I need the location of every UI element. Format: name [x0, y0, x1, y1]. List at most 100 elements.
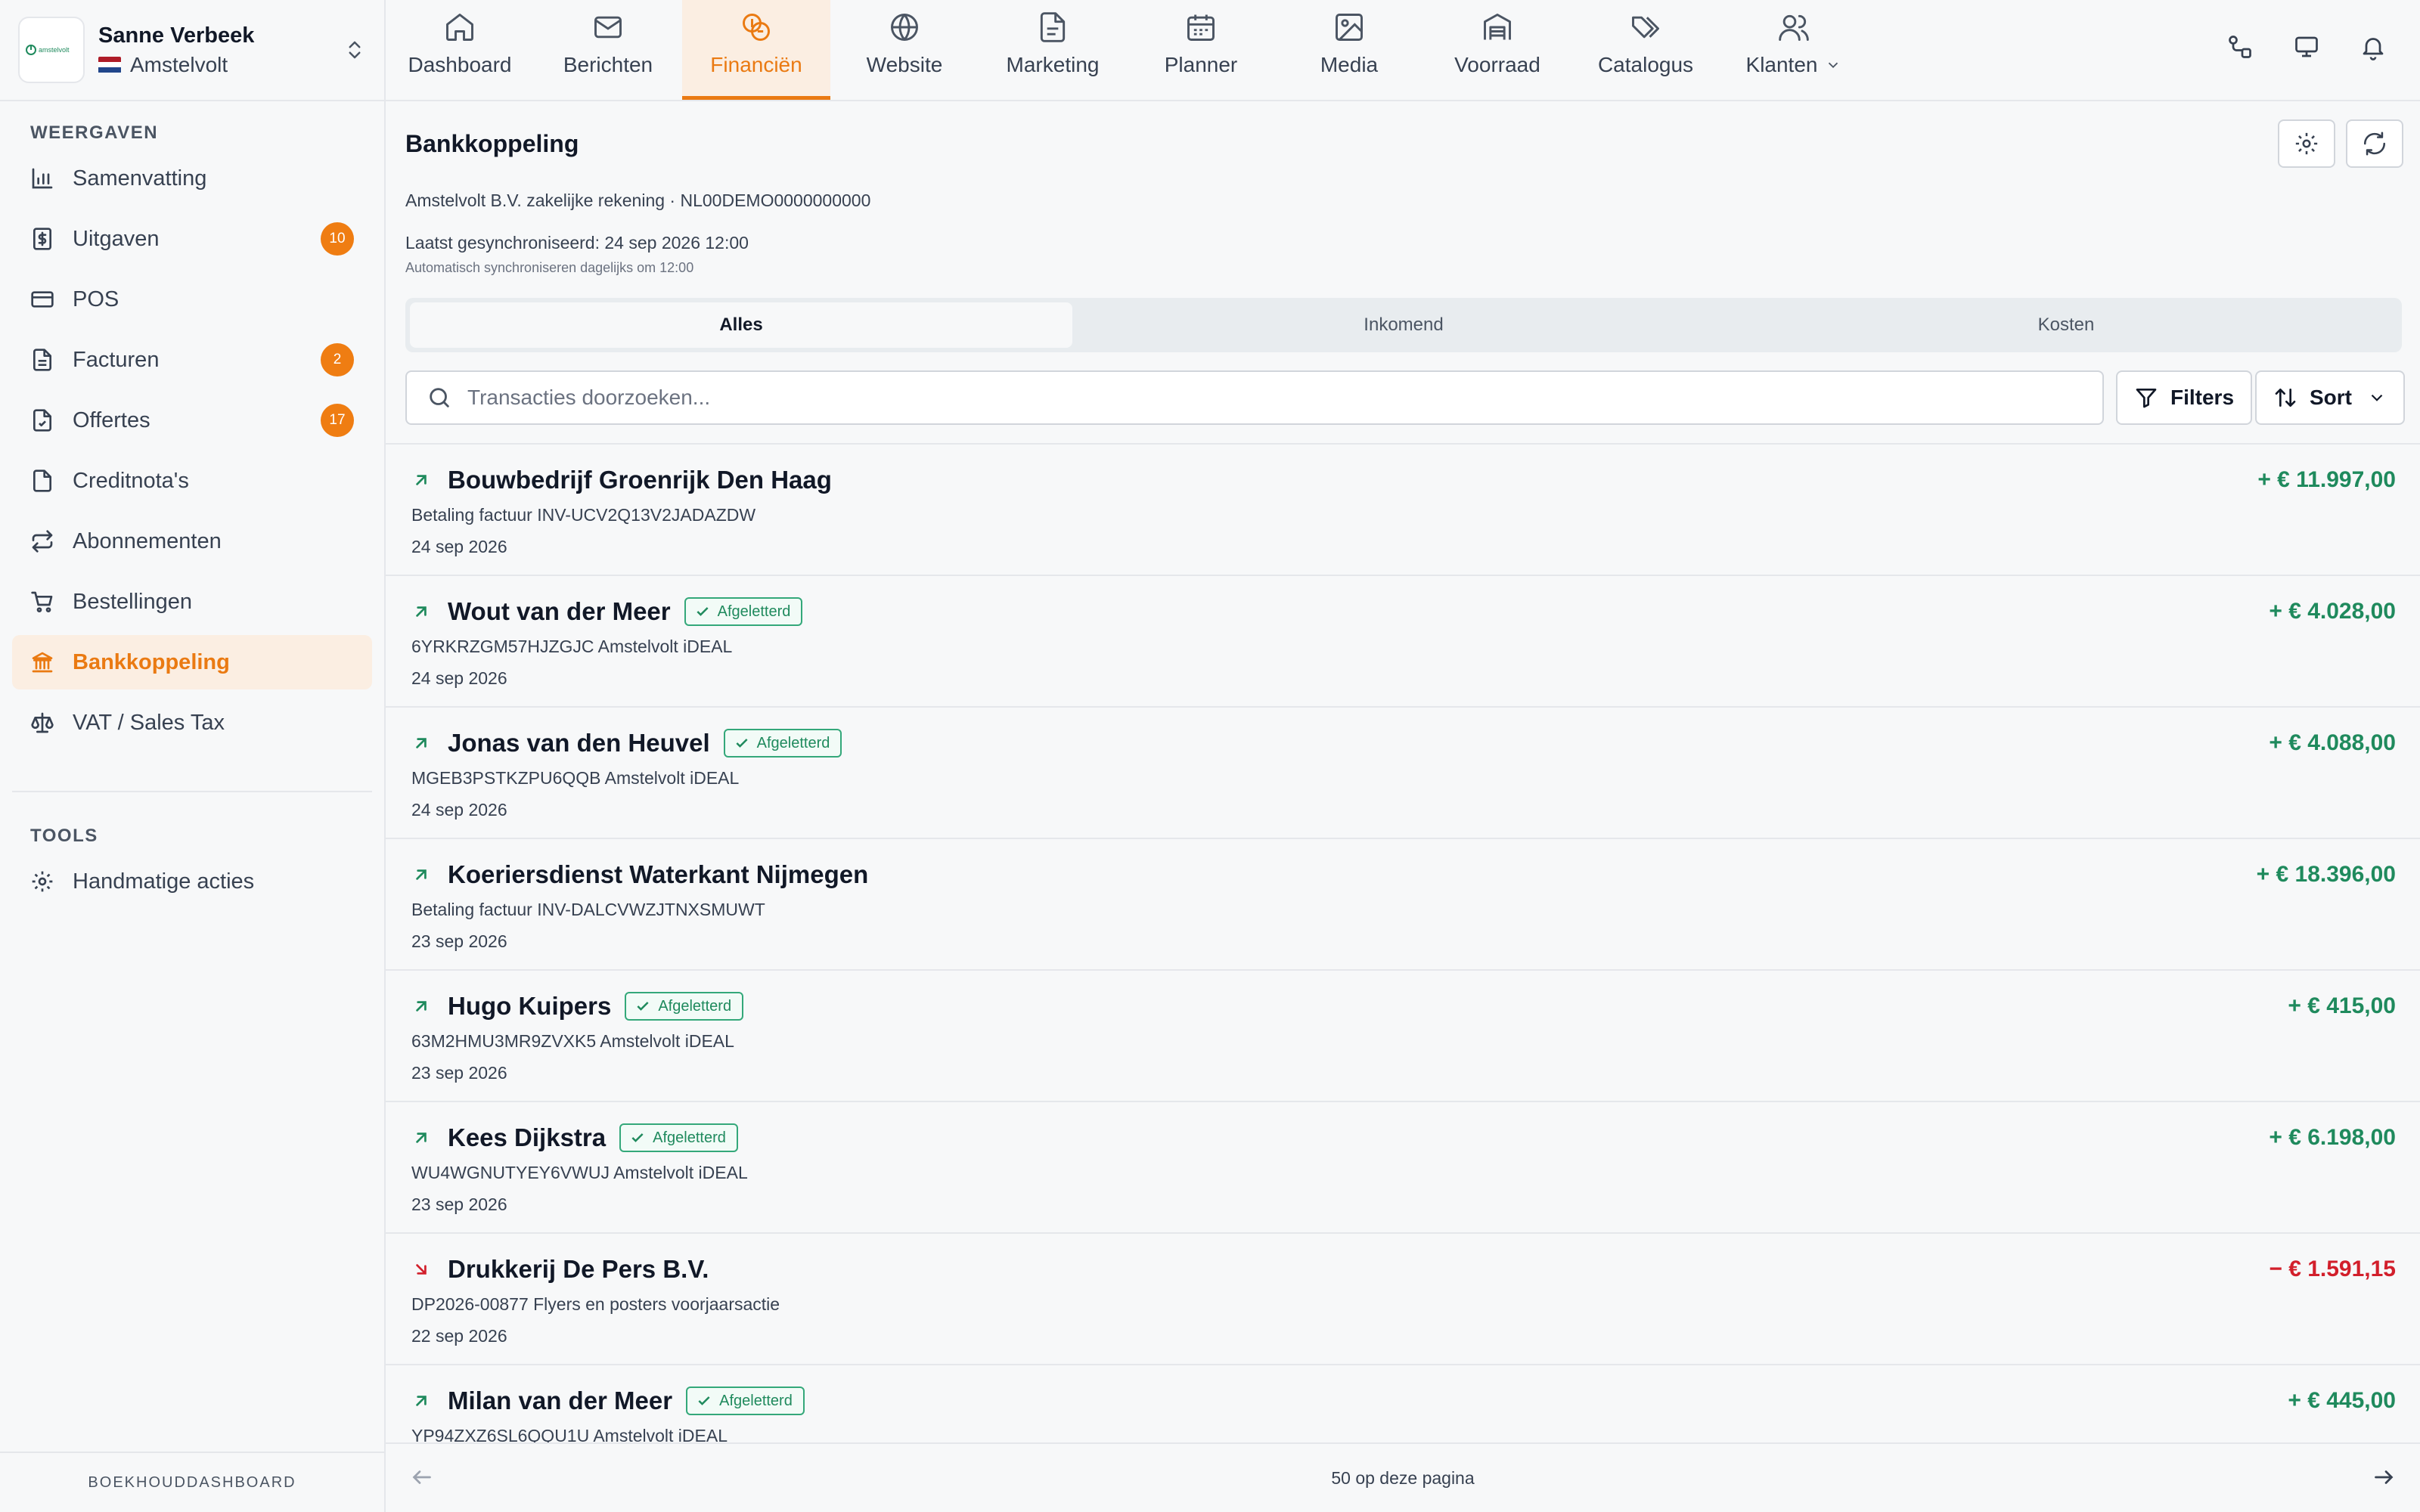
notifications-button[interactable]: [2356, 30, 2390, 64]
transaction-row[interactable]: Bouwbedrijf Groenrijk Den Haag Betaling …: [386, 445, 2420, 576]
transaction-amount: + € 4.028,00: [2269, 599, 2396, 624]
workflow-button[interactable]: [2223, 30, 2257, 64]
chevron-down-icon: [1829, 62, 1838, 69]
refresh-button[interactable]: [2346, 119, 2403, 168]
sidebar-item-samenvatting[interactable]: Samenvatting: [12, 151, 372, 206]
sidebar-item-bankkoppeling[interactable]: Bankkoppeling: [12, 635, 372, 689]
transaction-row[interactable]: Hugo Kuipers Afgeletterd 63M2HMU3MR9ZVXK5…: [386, 971, 2420, 1102]
sidebar-item-handmatige-acties[interactable]: Handmatige acties: [12, 854, 372, 909]
tab-financien[interactable]: Financiën: [682, 0, 830, 100]
credit-note-icon: [33, 469, 51, 492]
globe-icon: [891, 14, 918, 41]
transaction-row[interactable]: Koeriersdienst Waterkant Nijmegen Betali…: [386, 839, 2420, 971]
transaction-name: Drukkerij De Pers B.V.: [448, 1255, 709, 1283]
transaction-description: DP2026-00877 Flyers en posters voorjaars…: [411, 1294, 780, 1314]
bell-icon: [2363, 38, 2384, 60]
sidebar-footer: BOEKHOUDDASHBOARD: [0, 1452, 384, 1512]
account-switcher[interactable]: amstelvolt Sanne Verbeek Amstelvolt: [0, 0, 384, 101]
tab-planner[interactable]: Planner: [1127, 0, 1275, 98]
tab-kosten[interactable]: Kosten: [1735, 302, 2397, 348]
tab-klanten[interactable]: Klanten: [1720, 0, 1868, 98]
transaction-description: 6YRKRZGM57HJZGJC Amstelvolt iDEAL: [411, 637, 733, 656]
tab-inkomend[interactable]: Inkomend: [1072, 302, 1735, 348]
search-input[interactable]: [467, 386, 2055, 410]
search-field[interactable]: [405, 370, 2104, 425]
arrow-right-icon[interactable]: [2370, 1464, 2397, 1491]
monitor-icon: [2295, 36, 2318, 57]
mail-icon: [594, 16, 622, 39]
sidebar-item-facturen[interactable]: Facturen 2: [12, 333, 372, 387]
sidebar-item-uitgaven[interactable]: Uitgaven 10: [12, 212, 372, 266]
transaction-name: Hugo Kuipers: [448, 992, 612, 1020]
sidebar-nav: Samenvatting Uitgaven 10 POS Facturen 2 …: [0, 151, 384, 750]
facturen-count-badge: 2: [321, 343, 354, 376]
pagination-count: 50 op deze pagina: [1331, 1467, 1475, 1488]
arrow-left-icon[interactable]: [408, 1464, 436, 1491]
tab-voorraad[interactable]: Voorraad: [1423, 0, 1571, 98]
tab-marketing[interactable]: Marketing: [979, 0, 1127, 98]
arrow-up-right-icon: [416, 475, 427, 485]
transaction-amount: + € 11.997,00: [2257, 467, 2396, 492]
account-org: Amstelvolt: [130, 52, 228, 76]
sidebar-item-abonnementen[interactable]: Abonnementen: [12, 514, 372, 569]
filters-button[interactable]: Filters: [2116, 370, 2253, 425]
transaction-amount: + € 18.396,00: [2256, 862, 2396, 887]
company-logo: amstelvolt: [18, 17, 85, 83]
sidebar-item-offertes[interactable]: Offertes 17: [12, 393, 372, 448]
sort-icon: [2275, 389, 2296, 407]
workflow-icon: [2229, 36, 2251, 58]
image-icon: [1336, 14, 1363, 41]
main-content: Bankkoppeling Amstelvolt B.V. zakelijke …: [386, 101, 2420, 1512]
transaction-amount: + € 4.088,00: [2269, 730, 2396, 755]
pagination: 50 op deze pagina: [386, 1442, 2420, 1512]
matched-badge: Afgeletterd: [684, 597, 803, 626]
check-icon: [697, 607, 709, 616]
monitor-button[interactable]: [2290, 30, 2323, 64]
arrow-up-right-icon: [416, 869, 427, 880]
bank-account-line: Amstelvolt B.V. zakelijke rekening · NL0…: [405, 191, 871, 210]
tab-alles[interactable]: Alles: [410, 302, 1072, 348]
transaction-description: YP94ZXZ6SL6QQU1U Amstelvolt iDEAL: [411, 1426, 728, 1442]
tab-media[interactable]: Media: [1275, 0, 1423, 98]
tab-dashboard[interactable]: Dashboard: [386, 0, 534, 98]
tab-catalogus[interactable]: Catalogus: [1571, 0, 1720, 98]
top-navigation: Dashboard Berichten Financiën Website Ma…: [386, 0, 2420, 101]
arrow-up-right-icon: [416, 1001, 427, 1012]
tab-website[interactable]: Website: [830, 0, 979, 98]
arrow-up-right-icon: [416, 738, 427, 748]
tab-berichten[interactable]: Berichten: [534, 0, 682, 98]
calendar-icon: [1187, 14, 1215, 41]
transaction-row[interactable]: Jonas van den Heuvel Afgeletterd MGEB3PST…: [386, 708, 2420, 839]
transaction-row[interactable]: Wout van der Meer Afgeletterd 6YRKRZGM57H…: [386, 576, 2420, 708]
arrow-down-right-icon: [416, 1264, 427, 1275]
auto-sync-text: Automatisch synchroniseren dagelijks om …: [405, 260, 694, 275]
transaction-name: Wout van der Meer: [448, 597, 671, 625]
transaction-row[interactable]: Drukkerij De Pers B.V. DP2026-00877 Flye…: [386, 1234, 2420, 1365]
transaction-name: Bouwbedrijf Groenrijk Den Haag: [448, 466, 832, 494]
search-icon: [430, 388, 449, 407]
transaction-row[interactable]: Kees Dijkstra Afgeletterd WU4WGNUTYEY6VWU…: [386, 1102, 2420, 1234]
sidebar: amstelvolt Sanne Verbeek Amstelvolt WEER…: [0, 0, 386, 1512]
check-icon: [637, 1002, 649, 1011]
transaction-row[interactable]: Milan van der Meer Afgeletterd YP94ZXZ6SL…: [386, 1365, 2420, 1442]
chevrons-up-down-icon[interactable]: [343, 39, 366, 61]
page-title: Bankkoppeling: [405, 130, 579, 157]
sidebar-item-bestellingen[interactable]: Bestellingen: [12, 575, 372, 629]
sort-button[interactable]: Sort: [2255, 370, 2405, 425]
quote-icon: [33, 409, 51, 432]
invoice-icon: [33, 349, 51, 371]
transaction-name: Milan van der Meer: [448, 1387, 673, 1414]
check-icon: [631, 1133, 644, 1142]
warehouse-icon: [1484, 14, 1511, 40]
transaction-date: 23 sep 2026: [411, 931, 507, 951]
amstelvolt-logo-icon: amstelvolt: [26, 45, 70, 55]
bar-chart-icon: [32, 168, 53, 189]
sidebar-item-pos[interactable]: POS: [12, 272, 372, 327]
sidebar-item-creditnotas[interactable]: Creditnota's: [12, 454, 372, 508]
check-icon: [736, 739, 748, 748]
sidebar-item-vat-sales-tax[interactable]: VAT / Sales Tax: [12, 696, 372, 750]
matched-badge: Afgeletterd: [723, 729, 842, 758]
transaction-date: 22 sep 2026: [411, 1326, 507, 1346]
settings-button[interactable]: [2278, 119, 2335, 168]
transaction-date: 23 sep 2026: [411, 1194, 507, 1214]
